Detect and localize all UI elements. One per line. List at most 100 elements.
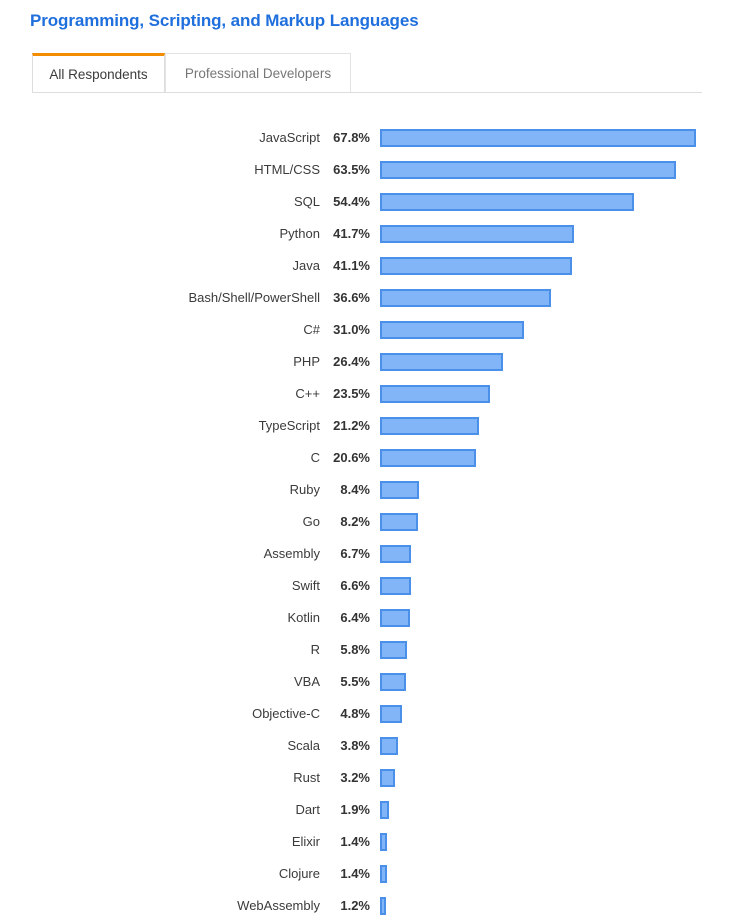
chart-row-value: 8.2% bbox=[340, 514, 370, 529]
chart-row: JavaScript 67.8% bbox=[0, 122, 738, 154]
chart-bar[interactable] bbox=[380, 417, 479, 435]
chart-bar[interactable] bbox=[380, 545, 411, 563]
chart-row-value: 8.4% bbox=[340, 482, 370, 497]
chart-row-value: 5.8% bbox=[340, 642, 370, 657]
chart-row: Scala 3.8% bbox=[0, 730, 738, 762]
page-title: Programming, Scripting, and Markup Langu… bbox=[30, 11, 419, 30]
chart-bar[interactable] bbox=[380, 737, 398, 755]
chart-row-label: C bbox=[310, 450, 320, 465]
chart-bar[interactable] bbox=[380, 513, 418, 531]
chart-row-label: Python bbox=[279, 226, 320, 241]
chart-row: Clojure 1.4% bbox=[0, 858, 738, 890]
chart-row-value: 26.4% bbox=[333, 354, 370, 369]
chart-bar[interactable] bbox=[380, 449, 476, 467]
chart-row-value: 41.1% bbox=[333, 258, 370, 273]
tab-bar-underline bbox=[32, 92, 702, 93]
chart-row-value: 3.2% bbox=[340, 770, 370, 785]
chart-row-value: 54.4% bbox=[333, 194, 370, 209]
chart-row-label: C# bbox=[303, 322, 320, 337]
chart-row-value: 23.5% bbox=[333, 386, 370, 401]
chart-row: TypeScript 21.2% bbox=[0, 410, 738, 442]
chart-row-value: 20.6% bbox=[333, 450, 370, 465]
chart-bar[interactable] bbox=[380, 609, 410, 627]
chart-bar[interactable] bbox=[380, 225, 574, 243]
chart-row-value: 63.5% bbox=[333, 162, 370, 177]
chart-row-label: WebAssembly bbox=[237, 898, 320, 913]
chart-bar[interactable] bbox=[380, 577, 411, 595]
chart-row: Bash/Shell/PowerShell 36.6% bbox=[0, 282, 738, 314]
chart-row-label: JavaScript bbox=[259, 130, 320, 145]
chart-bar-track bbox=[380, 225, 738, 243]
chart-row-label: Go bbox=[302, 514, 320, 529]
chart-row-value: 1.2% bbox=[340, 898, 370, 913]
chart-row: Kotlin 6.4% bbox=[0, 602, 738, 634]
chart-row: Ruby 8.4% bbox=[0, 474, 738, 506]
chart-bar-track bbox=[380, 641, 738, 659]
chart-bar[interactable] bbox=[380, 833, 387, 851]
chart-bar-track bbox=[380, 385, 738, 403]
tab-bar: All Respondents Professional Developers bbox=[32, 53, 702, 93]
chart-row: Elixir 1.4% bbox=[0, 826, 738, 858]
chart-row: Objective-C 4.8% bbox=[0, 698, 738, 730]
chart-row: Go 8.2% bbox=[0, 506, 738, 538]
chart-row-label: Swift bbox=[291, 578, 320, 593]
chart-bar-track bbox=[380, 481, 738, 499]
chart-row-value: 6.4% bbox=[340, 610, 370, 625]
chart-bar[interactable] bbox=[380, 257, 572, 275]
tab-all-respondents[interactable]: All Respondents bbox=[32, 53, 165, 92]
chart-row-label: R bbox=[310, 642, 320, 657]
chart-bar-track bbox=[380, 577, 738, 595]
chart-bar[interactable] bbox=[380, 641, 407, 659]
chart-bar-track bbox=[380, 801, 738, 819]
chart-bar[interactable] bbox=[380, 385, 490, 403]
chart-bar-track bbox=[380, 193, 738, 211]
chart-bar-track bbox=[380, 705, 738, 723]
chart-row-label: Dart bbox=[295, 802, 320, 817]
chart-bar[interactable] bbox=[380, 673, 406, 691]
chart-row-value: 21.2% bbox=[333, 418, 370, 433]
tab-all-respondents-label: All Respondents bbox=[49, 66, 148, 82]
chart-bar-track bbox=[380, 129, 738, 147]
chart-bar[interactable] bbox=[380, 705, 402, 723]
chart-row: Rust 3.2% bbox=[0, 762, 738, 794]
chart-bar[interactable] bbox=[380, 129, 696, 147]
chart-row: Swift 6.6% bbox=[0, 570, 738, 602]
chart-row-value: 3.8% bbox=[340, 738, 370, 753]
chart-row-value: 36.6% bbox=[333, 290, 370, 305]
chart-bar-track bbox=[380, 161, 738, 179]
chart-bar-track bbox=[380, 289, 738, 307]
chart-row-label: C++ bbox=[295, 386, 320, 401]
chart-bar[interactable] bbox=[380, 161, 676, 179]
chart-bar-track bbox=[380, 321, 738, 339]
chart-bar[interactable] bbox=[380, 801, 389, 819]
chart-row: Dart 1.9% bbox=[0, 794, 738, 826]
chart-row-label: Objective-C bbox=[252, 706, 320, 721]
chart-row-label: Bash/Shell/PowerShell bbox=[188, 290, 320, 305]
chart-bar[interactable] bbox=[380, 321, 524, 339]
chart-bar[interactable] bbox=[380, 289, 551, 307]
chart-row-label: Elixir bbox=[291, 834, 320, 849]
chart-row-label: Kotlin bbox=[287, 610, 320, 625]
chart-bar[interactable] bbox=[380, 481, 419, 499]
chart-bar[interactable] bbox=[380, 865, 387, 883]
chart-bar-track bbox=[380, 865, 738, 883]
chart-row-label: VBA bbox=[293, 674, 320, 689]
chart-bar[interactable] bbox=[380, 353, 503, 371]
tab-professional-developers[interactable]: Professional Developers bbox=[165, 53, 351, 92]
chart-row-label: SQL bbox=[293, 194, 320, 209]
chart-bar[interactable] bbox=[380, 769, 395, 787]
chart-row-value: 1.4% bbox=[340, 866, 370, 881]
chart-row-value: 5.5% bbox=[340, 674, 370, 689]
chart-row-label: Assembly bbox=[263, 546, 320, 561]
chart-bar-track bbox=[380, 737, 738, 755]
chart-bar[interactable] bbox=[380, 897, 386, 915]
chart-row: C 20.6% bbox=[0, 442, 738, 474]
chart-bar-track bbox=[380, 353, 738, 371]
chart-row: HTML/CSS 63.5% bbox=[0, 154, 738, 186]
chart-row-value: 31.0% bbox=[333, 322, 370, 337]
chart-bar-track bbox=[380, 609, 738, 627]
chart-bar[interactable] bbox=[380, 193, 634, 211]
chart-row-value: 41.7% bbox=[333, 226, 370, 241]
chart-row-label: Rust bbox=[293, 770, 320, 785]
chart-row-value: 1.9% bbox=[340, 802, 370, 817]
